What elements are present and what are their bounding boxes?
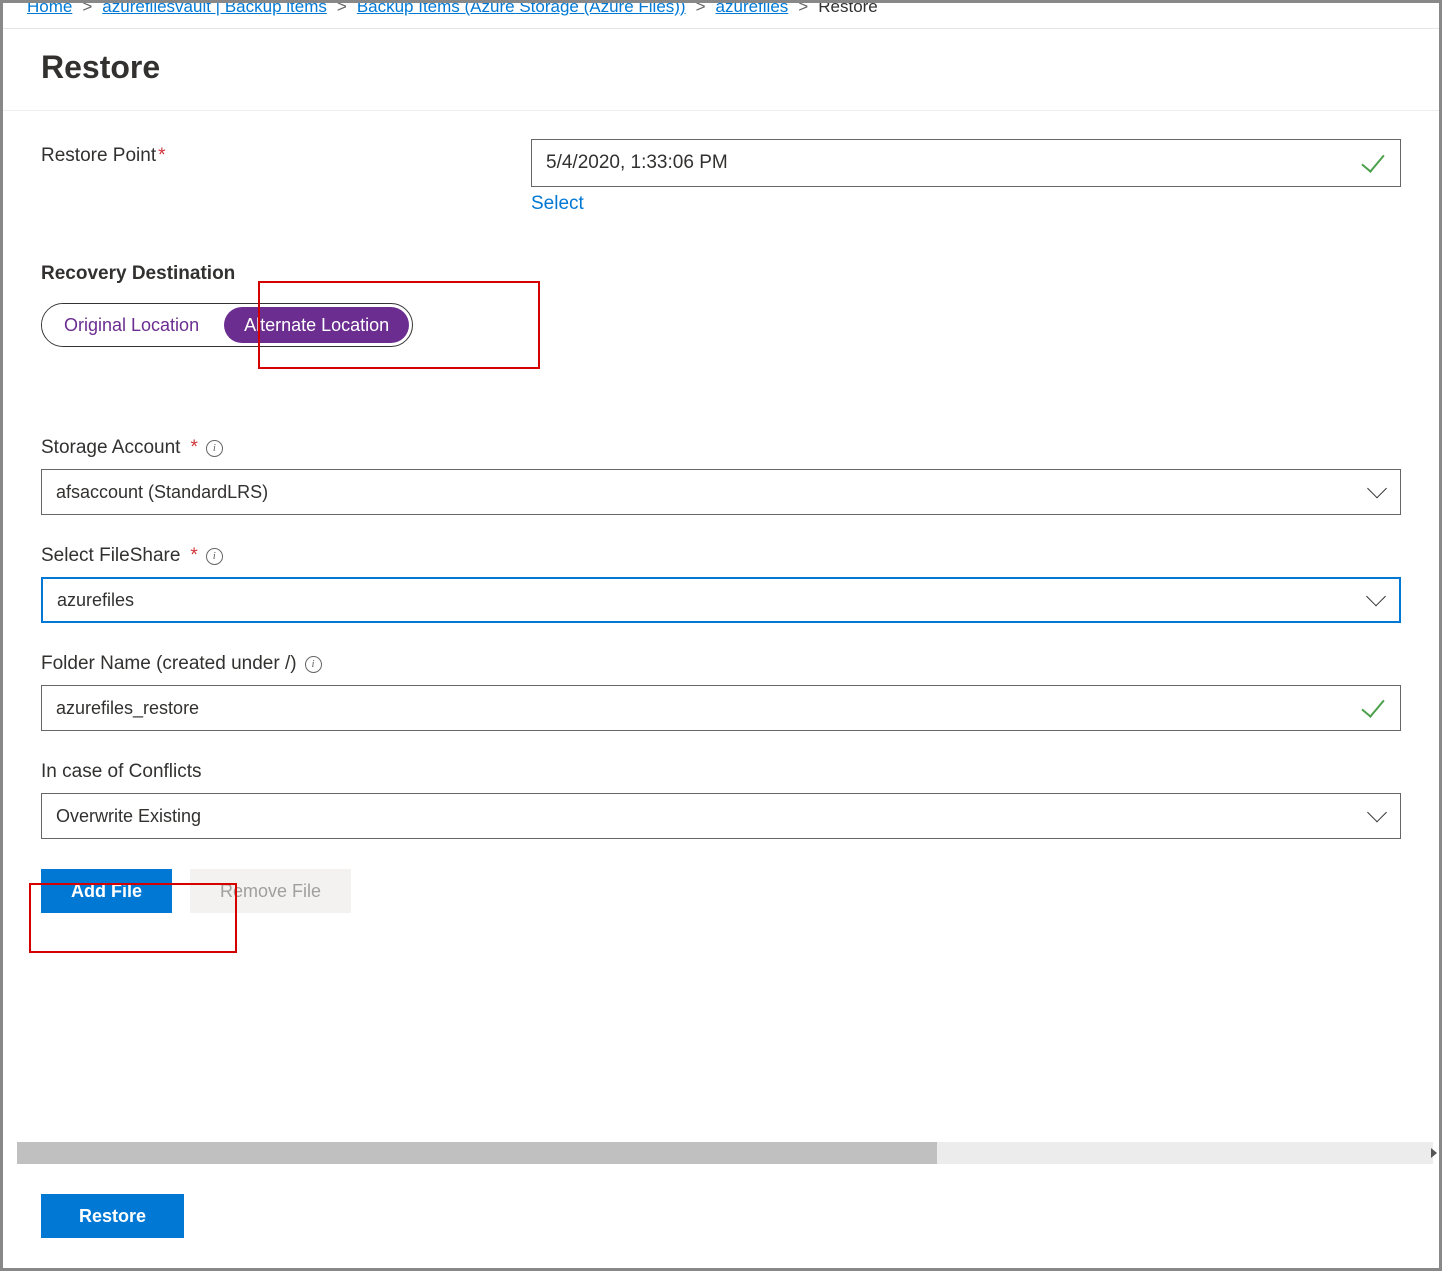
- info-icon[interactable]: i: [206, 440, 223, 457]
- conflicts-select[interactable]: Overwrite Existing: [41, 793, 1401, 839]
- breadcrumb-azurefiles[interactable]: azurefiles: [716, 3, 789, 17]
- breadcrumb-vault[interactable]: azurefilesvault | Backup items: [102, 3, 327, 17]
- breadcrumb-sep: >: [798, 3, 808, 17]
- horizontal-scrollbar[interactable]: [17, 1142, 1433, 1164]
- restore-point-input[interactable]: 5/4/2020, 1:33:06 PM: [531, 139, 1401, 187]
- page-title: Restore: [3, 29, 1439, 111]
- pill-alternate-location[interactable]: Alternate Location: [224, 307, 409, 343]
- scroll-right-arrow-icon[interactable]: [1429, 1142, 1439, 1164]
- restore-point-label: Restore Point*: [41, 139, 531, 167]
- remove-file-button: Remove File: [190, 869, 351, 913]
- breadcrumb-sep: >: [696, 3, 706, 17]
- restore-button[interactable]: Restore: [41, 1194, 184, 1238]
- conflicts-label: In case of Conflicts: [41, 761, 1401, 783]
- breadcrumb-sep: >: [82, 3, 92, 17]
- recovery-destination-label: Recovery Destination: [41, 263, 1401, 285]
- scrollbar-thumb[interactable]: [17, 1142, 937, 1164]
- storage-account-select[interactable]: afsaccount (StandardLRS): [41, 469, 1401, 515]
- breadcrumb-sep: >: [337, 3, 347, 17]
- folder-name-input[interactable]: azurefiles_restore: [41, 685, 1401, 731]
- restore-point-value: 5/4/2020, 1:33:06 PM: [546, 152, 728, 174]
- pill-original-location[interactable]: Original Location: [42, 304, 221, 346]
- info-icon[interactable]: i: [206, 548, 223, 565]
- chevron-down-icon: [1367, 803, 1387, 823]
- breadcrumb: Home > azurefilesvault | Backup items > …: [3, 3, 1439, 29]
- breadcrumb-backup-items[interactable]: Backup Items (Azure Storage (Azure Files…: [357, 3, 686, 17]
- chevron-down-icon: [1367, 479, 1387, 499]
- chevron-down-icon: [1366, 587, 1386, 607]
- info-icon[interactable]: i: [305, 656, 322, 673]
- fileshare-label: Select FileShare* i: [41, 545, 1401, 567]
- recovery-destination-toggle: Original Location Alternate Location: [41, 303, 413, 347]
- fileshare-select[interactable]: azurefiles: [41, 577, 1401, 623]
- restore-point-select-link[interactable]: Select: [531, 193, 584, 215]
- conflicts-value: Overwrite Existing: [56, 806, 201, 827]
- breadcrumb-restore: Restore: [818, 3, 878, 17]
- storage-account-label: Storage Account* i: [41, 437, 1401, 459]
- folder-name-value: azurefiles_restore: [56, 698, 199, 719]
- breadcrumb-home[interactable]: Home: [27, 3, 72, 17]
- folder-name-label: Folder Name (created under /) i: [41, 653, 1401, 675]
- storage-account-value: afsaccount (StandardLRS): [56, 482, 268, 503]
- fileshare-value: azurefiles: [57, 590, 134, 611]
- add-file-button[interactable]: Add File: [41, 869, 172, 913]
